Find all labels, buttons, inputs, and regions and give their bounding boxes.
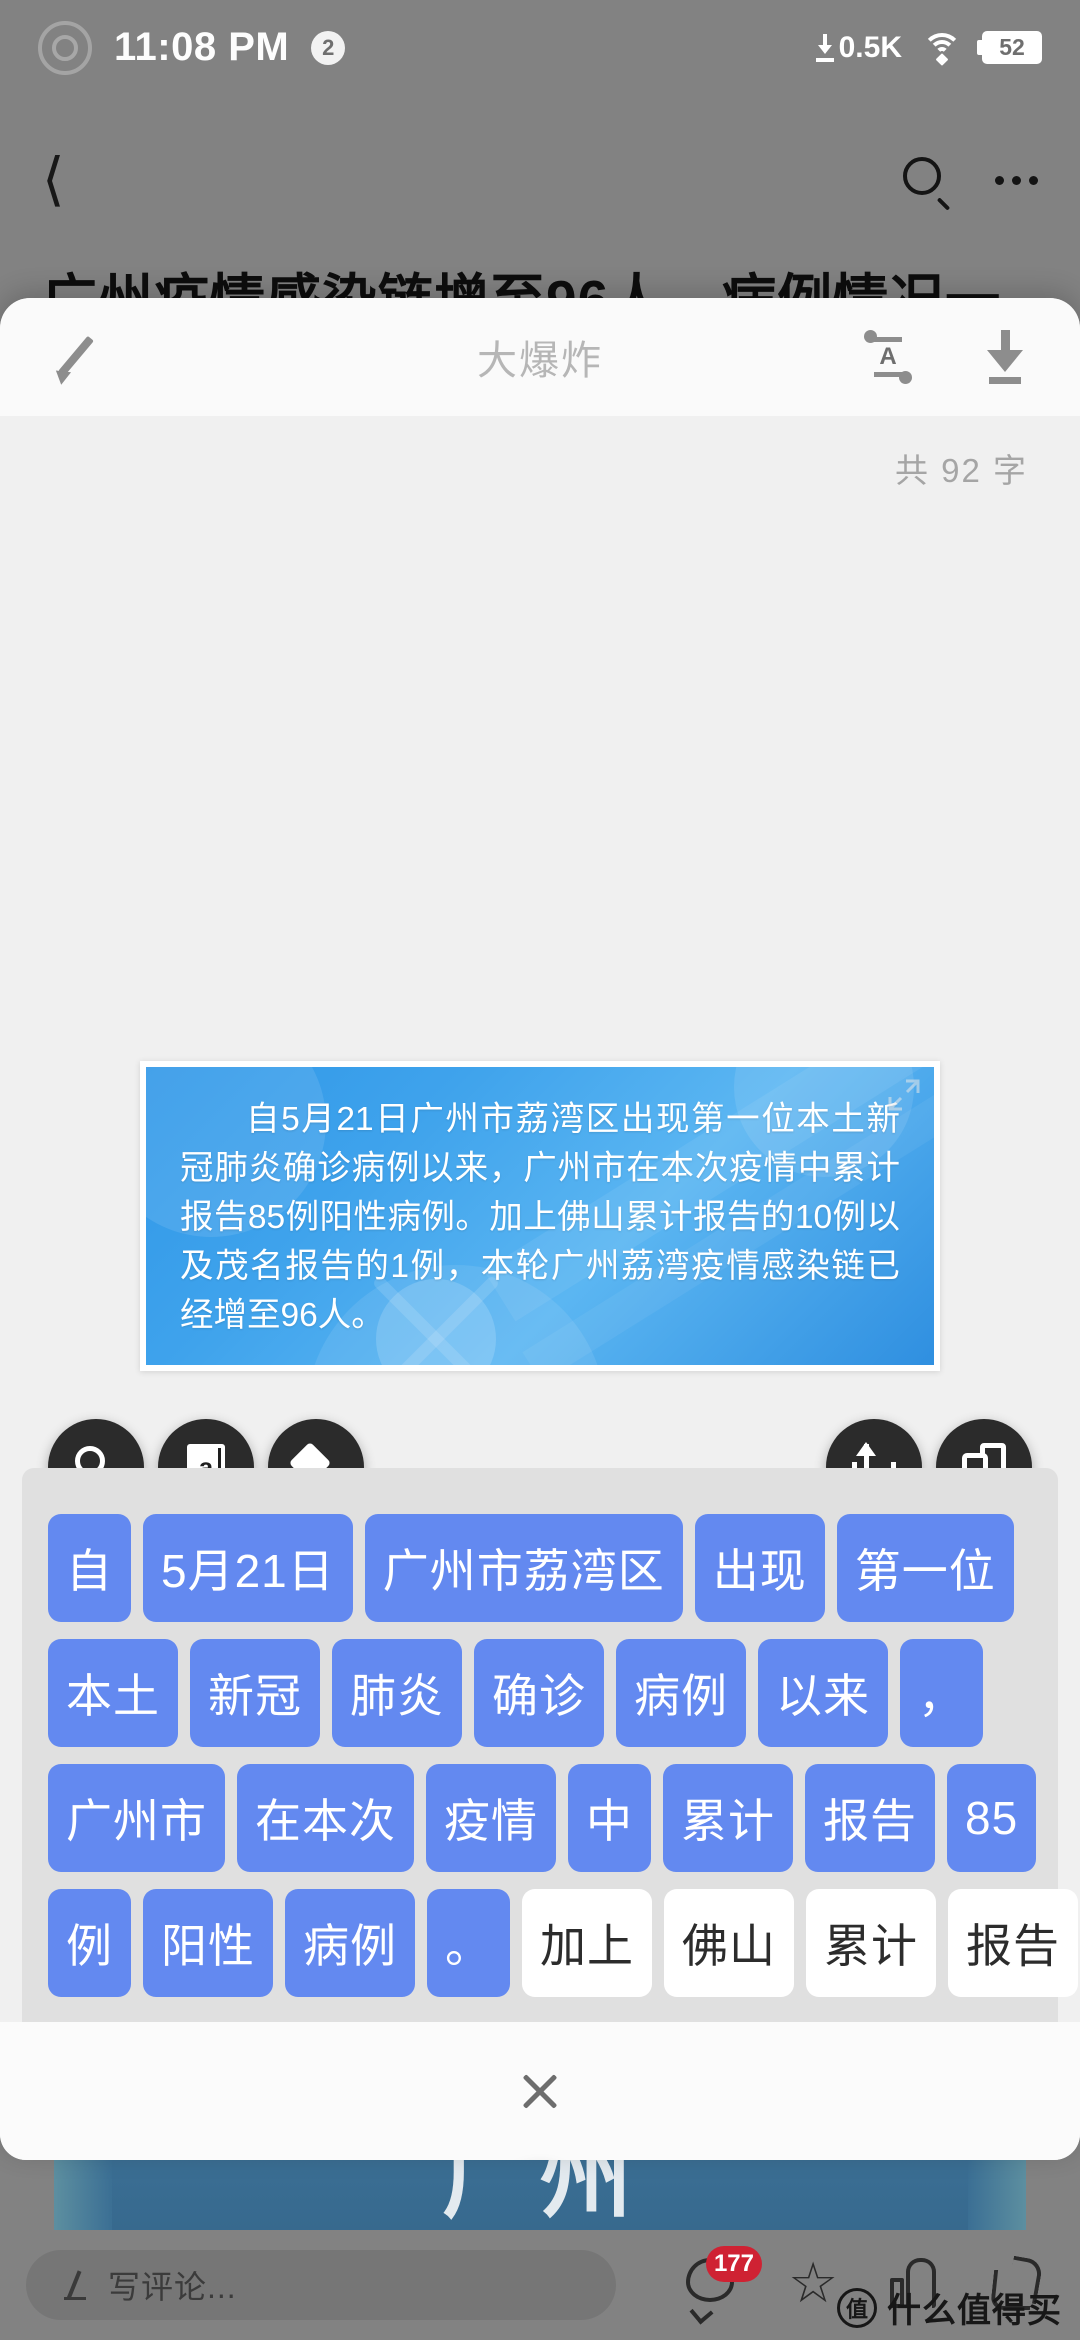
notification-count-badge: 2: [311, 30, 346, 65]
word-chip[interactable]: 病例: [285, 1889, 415, 1997]
word-chip[interactable]: 广州市荔湾区: [364, 1514, 683, 1622]
source-image-card[interactable]: 自5月21日广州市荔湾区出现第一位本土新冠肺炎确诊病例以来，广州市在本次疫情中累…: [140, 1061, 940, 1371]
word-chip[interactable]: 自: [48, 1514, 131, 1622]
ocr-text-select-icon[interactable]: A: [860, 330, 916, 384]
watermark: 值 什么值得买: [837, 2283, 1062, 2332]
network-speed-value: 0.5K: [838, 30, 902, 64]
word-chip[interactable]: 肺炎: [332, 1639, 462, 1747]
star-icon[interactable]: ☆: [788, 2255, 842, 2312]
comment-bubble-icon[interactable]: 177: [686, 2246, 762, 2312]
word-chip[interactable]: 疫情: [426, 1764, 556, 1872]
sheet-toolbar-actions: A: [860, 330, 1030, 384]
article-navbar: ⟨: [0, 125, 1080, 235]
download-speed-icon: [815, 33, 835, 62]
word-chip[interactable]: 确诊: [474, 1639, 604, 1747]
word-chip[interactable]: 本土: [48, 1639, 178, 1747]
word-chip[interactable]: 阳性: [143, 1889, 273, 1997]
save-download-icon[interactable]: [980, 330, 1030, 384]
network-speed: 0.5K: [815, 31, 902, 65]
word-chip[interactable]: 以来: [758, 1639, 888, 1747]
word-chip[interactable]: 在本次: [237, 1764, 414, 1872]
bigbang-sheet: 大爆炸 A 共 92 字 自5月21日广州市荔湾区出现第一位本土新冠肺炎确诊病例…: [0, 298, 1080, 2160]
word-chip[interactable]: 例: [48, 1889, 131, 1997]
status-bar: 11:08 PM 2 0.5K 52: [0, 0, 1080, 95]
back-chevron-icon[interactable]: ⟨: [42, 151, 65, 209]
sheet-body: 共 92 字 自5月21日广州市荔湾区出现第一位本土新冠肺炎确诊病例以来，广州市…: [0, 416, 1080, 2160]
battery-icon: 52: [977, 31, 1042, 64]
word-chip-row: 例阳性 病例。加上 佛山 累计 报告: [48, 1889, 1078, 1997]
word-chip-row: 自 5月21日 广州市荔湾区 出现 第一位: [48, 1514, 1032, 1622]
comment-input[interactable]: 写评论...: [26, 2250, 616, 2320]
watermark-text: 什么值得买: [887, 2292, 1062, 2330]
comment-bar: 写评论... 177 ☆ 值 什么值得买: [0, 2230, 1080, 2340]
word-chip[interactable]: 累计: [806, 1889, 936, 1997]
watermark-badge: 值: [837, 2287, 877, 2328]
pencil-icon: [60, 2270, 90, 2300]
word-chips-panel: 自 5月21日 广州市荔湾区 出现 第一位 本土 新冠 肺炎 确诊 病例 以来，广州市 在本次 疫情中累…: [22, 1468, 1078, 2108]
status-bar-right: 0.5K 52: [815, 31, 1042, 66]
word-chip[interactable]: 病例: [616, 1639, 746, 1747]
expand-fullscreen-icon[interactable]: [884, 1075, 924, 1115]
word-chip[interactable]: 出现: [694, 1514, 825, 1622]
word-chip-row: 本土 新冠 肺炎 确诊 病例 以来，: [48, 1639, 1032, 1747]
word-chip[interactable]: 佛山: [664, 1889, 794, 1997]
sheet-footer: [0, 2022, 1080, 2160]
word-chip[interactable]: ，: [900, 1639, 983, 1747]
camera-punch-hole-icon: [38, 20, 92, 75]
word-chip[interactable]: 报告: [805, 1764, 935, 1872]
word-chip[interactable]: 累计: [663, 1764, 793, 1872]
source-image: 自5月21日广州市荔湾区出现第一位本土新冠肺炎确诊病例以来，广州市在本次疫情中累…: [146, 1067, 934, 1365]
word-count-label: 共 92 字: [894, 452, 1028, 489]
dismiss-sheet-button[interactable]: [518, 2069, 562, 2113]
status-bar-left: 11:08 PM 2: [38, 20, 346, 75]
article-banner-text: 广州: [441, 2155, 638, 2229]
word-chip[interactable]: 加上: [522, 1889, 652, 1997]
word-chip[interactable]: 中: [568, 1764, 651, 1872]
status-time: 11:08 PM: [114, 25, 290, 69]
word-chip[interactable]: 报告: [948, 1889, 1078, 1997]
word-chip[interactable]: 。: [427, 1889, 510, 1997]
word-chip[interactable]: 广州市: [48, 1764, 225, 1872]
wifi-icon: [922, 32, 962, 66]
comment-count-badge: 177: [705, 2246, 762, 2282]
search-icon[interactable]: [903, 157, 951, 211]
source-image-text: 自5月21日广州市荔湾区出现第一位本土新冠肺炎确诊病例以来，广州市在本次疫情中累…: [180, 1101, 900, 1334]
more-options-icon[interactable]: [995, 175, 1038, 185]
word-chip[interactable]: 85: [947, 1764, 1037, 1872]
navbar-actions: [903, 157, 1038, 211]
sheet-toolbar: 大爆炸 A: [0, 298, 1080, 416]
word-chip[interactable]: 5月21日: [143, 1514, 353, 1622]
word-chip[interactable]: 新冠: [190, 1639, 320, 1747]
comment-placeholder: 写评论...: [108, 2269, 237, 2305]
word-chip-row: 广州市 在本次 疫情中累计 报告 85: [48, 1764, 1037, 1872]
word-chip[interactable]: 第一位: [836, 1514, 1014, 1622]
